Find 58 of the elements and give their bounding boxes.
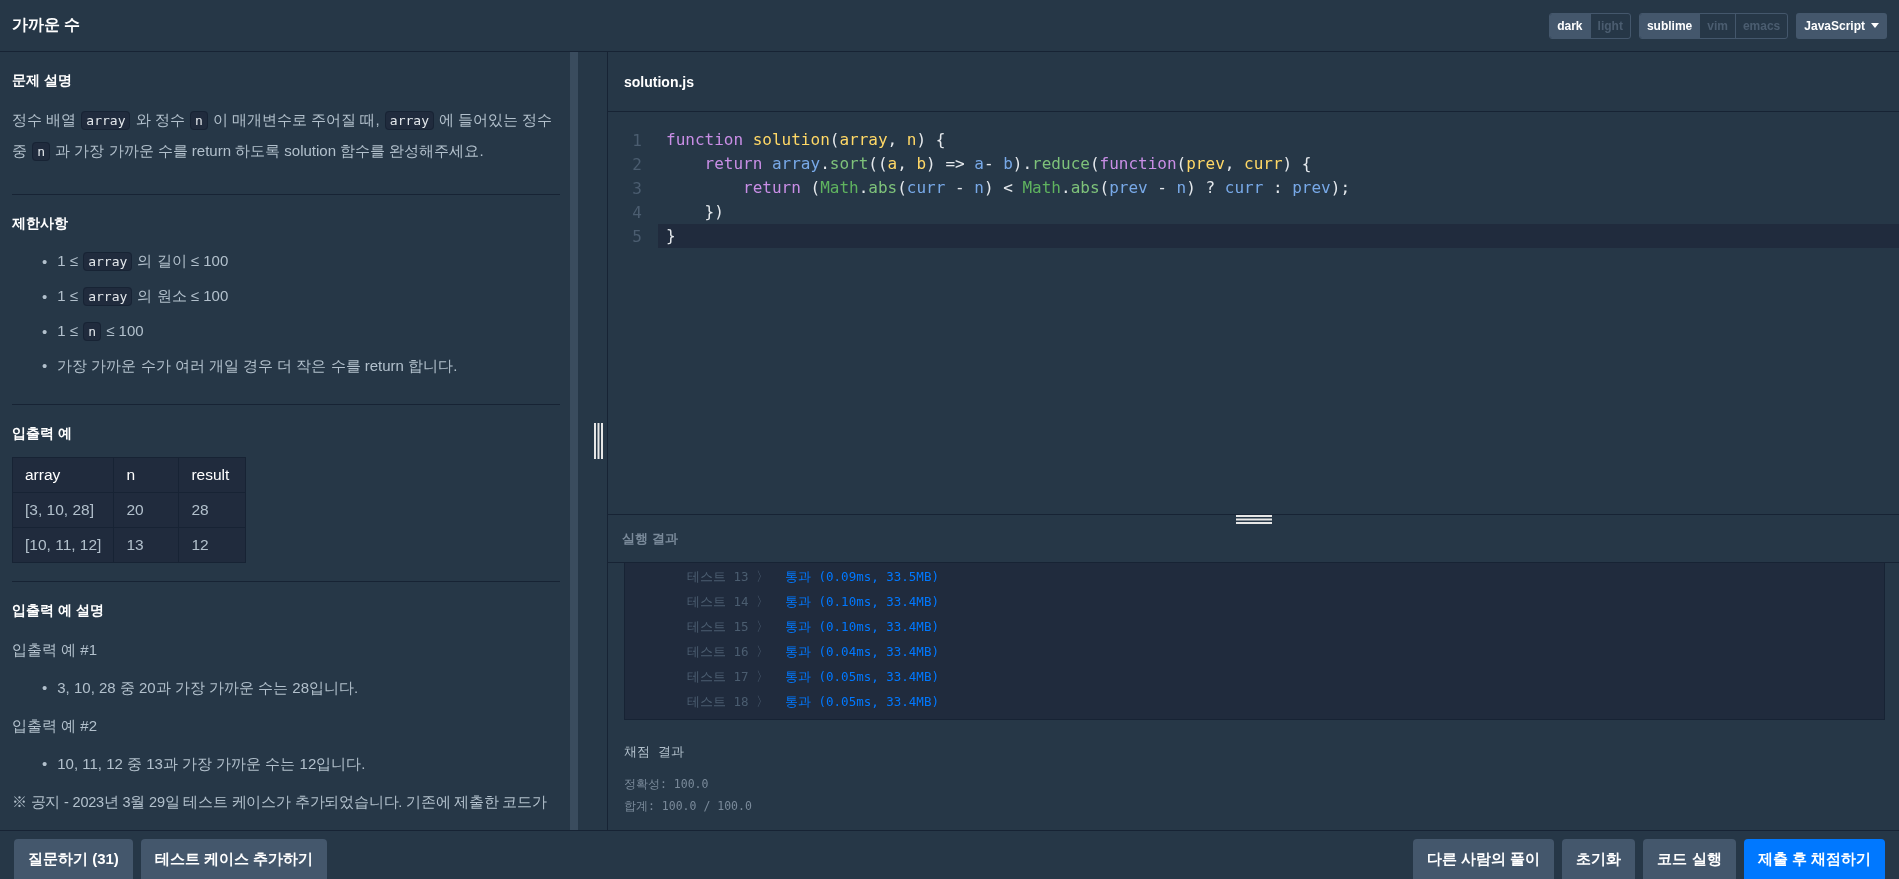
resize-handle-icon[interactable]	[594, 423, 603, 459]
bullet-marker: •	[42, 251, 48, 272]
grading-score: 합계: 100.0 / 100.0	[624, 798, 753, 815]
results-heading: 실행 결과	[622, 529, 678, 548]
description-text: 입출력 예 #2	[12, 716, 99, 736]
test-result: 통과 (0.05ms, 33.4MB)	[785, 694, 939, 711]
footer-button[interactable]: 질문하기 (31)	[14, 839, 133, 879]
table-cell: [10, 11, 12]	[12, 527, 114, 563]
table-header-cell: result	[178, 457, 246, 493]
section-heading: 입출력 예 설명	[12, 602, 105, 620]
footer-button[interactable]: 초기화	[1562, 839, 1636, 879]
table-cell: [3, 10, 28]	[12, 492, 114, 528]
list-item-text: 10, 11, 12 중 13과 가장 가까운 수는 12입니다.	[57, 754, 366, 774]
bullet-marker: •	[42, 356, 48, 376]
scroll-bar[interactable]	[570, 52, 578, 830]
keymap-toggle[interactable]: sublime	[1639, 13, 1700, 38]
footer-button[interactable]: 코드 실행	[1643, 839, 1736, 879]
bullet-marker: •	[42, 678, 48, 698]
section-heading: 문제 설명	[12, 72, 73, 90]
description-text: 정수 배열 array 와 정수 n 이 매개변수로 주어질 때, array 에 들어있는 정수 중 n 과 가장 가까운 수를 return 하도록 solution 함수를 완성해주세요.	[12, 110, 554, 163]
test-result: 통과 (0.10ms, 33.4MB)	[785, 594, 939, 611]
bullet-marker: •	[42, 754, 48, 774]
table-header-cell: array	[12, 457, 114, 493]
section-heading: 제한사항	[12, 215, 69, 233]
test-result: 통과 (0.09ms, 33.5MB)	[785, 569, 939, 586]
description-text: 입출력 예 #1	[12, 640, 99, 660]
grading-score: 정확성: 100.0	[624, 776, 710, 793]
problem-title: 가까운 수	[12, 15, 81, 35]
caret-icon	[1871, 23, 1879, 28]
list-item-text: 가장 가까운 수가 여러 개일 경우 더 작은 수를 return 합니다.	[57, 356, 458, 376]
bullet-marker: •	[42, 321, 48, 342]
submit-button[interactable]: 제출 후 채점하기	[1743, 839, 1885, 879]
table-cell: 20	[113, 492, 179, 528]
bullet-marker: •	[42, 286, 48, 307]
theme-toggle[interactable]: dark	[1550, 13, 1590, 38]
test-result: 통과 (0.04ms, 33.4MB)	[785, 644, 939, 661]
list-item-text: 3, 10, 28 중 20과 가장 가까운 수는 28입니다.	[57, 678, 359, 698]
resize-handle-icon[interactable]	[1235, 515, 1272, 524]
table-cell: 13	[113, 527, 179, 563]
code-line: })	[703, 201, 725, 223]
list-item-text: 1 ≤ n ≤ 100	[57, 321, 144, 343]
language-dropdown[interactable]: JavaScript	[1796, 12, 1887, 39]
footer-button[interactable]: 테스트 케이스 추가하기	[140, 839, 328, 879]
test-result: 통과 (0.05ms, 33.4MB)	[785, 669, 939, 686]
footer-button[interactable]: 다른 사람의 풀이	[1413, 839, 1555, 879]
table-cell: 12	[178, 527, 246, 563]
code-line: function solution(array, n) {	[665, 129, 947, 151]
file-name: solution.js	[624, 73, 694, 90]
list-item-text: 1 ≤ array 의 길이 ≤ 100	[57, 251, 229, 273]
code-line: return (Math.abs(curr - n) < Math.abs(prev - n) ? curr : prev);	[742, 177, 1351, 199]
code-line: return array.sort((a, b) => a- b).reduce(function(prev, curr) {	[703, 153, 1313, 175]
table-cell: 28	[178, 492, 246, 528]
section-heading: 입출력 예	[12, 425, 73, 443]
table-header-cell: n	[113, 457, 179, 493]
grading-heading: 채점 결과	[624, 744, 685, 761]
description-text: ※ 공지 - 2023년 3월 29일 테스트 케이스가 추가되었습니다. 기존에 제출한 코드가	[12, 793, 548, 812]
list-item-text: 1 ≤ array 의 원소 ≤ 100	[57, 286, 229, 308]
test-result: 통과 (0.10ms, 33.4MB)	[785, 619, 939, 636]
